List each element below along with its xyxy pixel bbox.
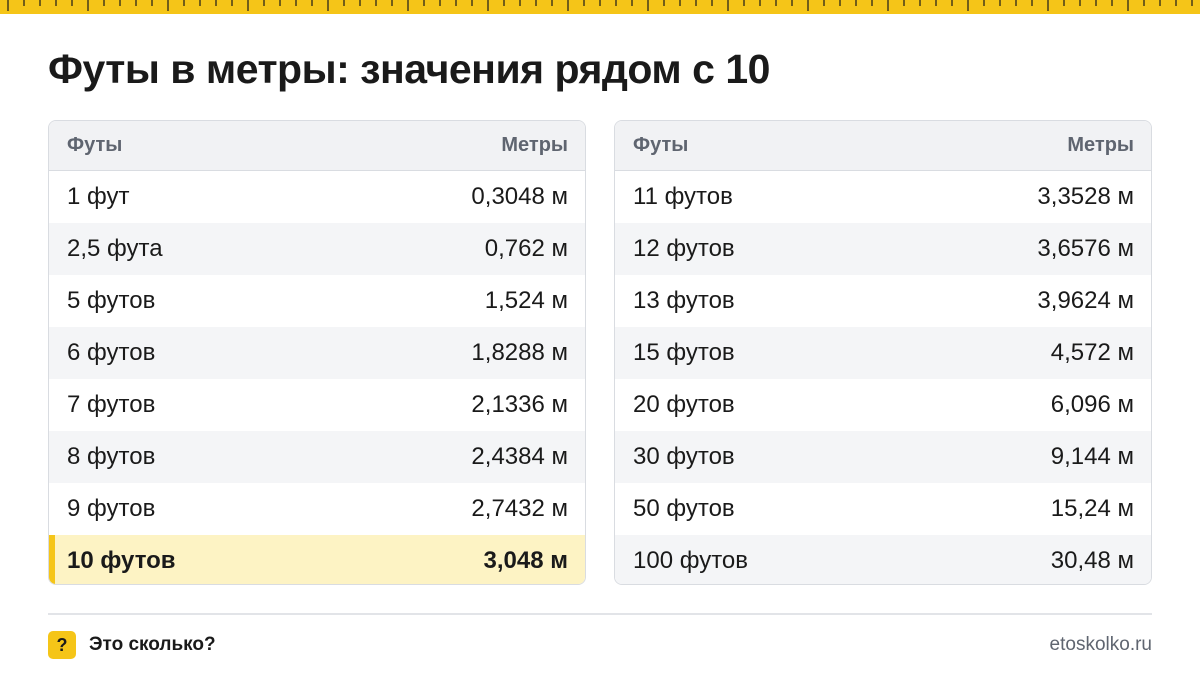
column-header-feet: Футы xyxy=(67,134,123,156)
meters-cell: 2,1336 м xyxy=(471,391,568,418)
meters-cell: 4,572 м xyxy=(1050,339,1134,366)
table-row: 1 фут 0,3048 м xyxy=(49,171,585,223)
meters-cell: 2,7432 м xyxy=(471,495,568,522)
feet-cell: 7 футов xyxy=(67,391,156,418)
brand-name: Это сколько? xyxy=(89,634,216,655)
table-row: 7 футов 2,1336 м xyxy=(49,379,585,431)
question-mark-icon: ? xyxy=(48,631,76,659)
feet-cell: 50 футов xyxy=(633,495,735,522)
meters-cell: 30,48 м xyxy=(1050,547,1134,574)
meters-cell: 15,24 м xyxy=(1050,495,1134,522)
column-header-feet: Футы xyxy=(633,134,689,156)
table-header: Футы Метры xyxy=(615,121,1151,171)
feet-cell: 9 футов xyxy=(67,495,156,522)
feet-cell: 15 футов xyxy=(633,339,735,366)
table-row: 5 футов 1,524 м xyxy=(49,275,585,327)
table-row: 30 футов 9,144 м xyxy=(615,431,1151,483)
table-row: 13 футов 3,9624 м xyxy=(615,275,1151,327)
meters-cell: 1,524 м xyxy=(484,287,568,314)
column-header-meters: Метры xyxy=(501,134,568,156)
table-row: 50 футов 15,24 м xyxy=(615,483,1151,535)
feet-cell: 8 футов xyxy=(67,443,156,470)
feet-cell: 20 футов xyxy=(633,391,735,418)
table-header: Футы Метры xyxy=(49,121,585,171)
feet-cell: 10 футов xyxy=(67,547,176,574)
table-row: 20 футов 6,096 м xyxy=(615,379,1151,431)
meters-cell: 3,048 м xyxy=(483,547,568,574)
site-url: etoskolko.ru xyxy=(1049,634,1152,655)
feet-cell: 11 футов xyxy=(633,183,733,210)
table-row: 9 футов 2,7432 м xyxy=(49,483,585,535)
page-title: Футы в метры: значения рядом с 10 xyxy=(48,46,770,92)
ruler-strip xyxy=(0,0,1200,14)
conversion-table-left: Футы Метры 1 фут 0,3048 м 2,5 фута 0,762… xyxy=(48,120,586,585)
feet-cell: 2,5 фута xyxy=(67,235,163,262)
footer-divider xyxy=(48,613,1152,615)
table-row: 12 футов 3,6576 м xyxy=(615,223,1151,275)
meters-cell: 0,3048 м xyxy=(471,183,568,210)
meters-cell: 3,6576 м xyxy=(1037,235,1134,262)
meters-cell: 3,3528 м xyxy=(1037,183,1134,210)
table-row: 11 футов 3,3528 м xyxy=(615,171,1151,223)
feet-cell: 100 футов xyxy=(633,547,749,574)
column-header-meters: Метры xyxy=(1067,134,1134,156)
table-row: 100 футов 30,48 м xyxy=(615,535,1151,584)
conversion-table-right: Футы Метры 11 футов 3,3528 м 12 футов 3,… xyxy=(614,120,1152,585)
meters-cell: 9,144 м xyxy=(1050,443,1134,470)
meters-cell: 2,4384 м xyxy=(471,443,568,470)
feet-cell: 5 футов xyxy=(67,287,156,314)
brand: ? Это сколько? xyxy=(48,631,216,659)
meters-cell: 0,762 м xyxy=(484,235,568,262)
table-row: 8 футов 2,4384 м xyxy=(49,431,585,483)
ruler-ticks xyxy=(7,0,1193,11)
feet-cell: 1 фут xyxy=(67,183,130,210)
meters-cell: 3,9624 м xyxy=(1037,287,1134,314)
table-row: 2,5 фута 0,762 м xyxy=(49,223,585,275)
table-row: 6 футов 1,8288 м xyxy=(49,327,585,379)
feet-cell: 6 футов xyxy=(67,339,156,366)
meters-cell: 1,8288 м xyxy=(471,339,568,366)
feet-cell: 13 футов xyxy=(633,287,735,314)
feet-cell: 12 футов xyxy=(633,235,735,262)
table-row-highlighted: 10 футов 3,048 м xyxy=(49,535,585,584)
feet-cell: 30 футов xyxy=(633,443,735,470)
meters-cell: 6,096 м xyxy=(1050,391,1134,418)
table-row: 15 футов 4,572 м xyxy=(615,327,1151,379)
